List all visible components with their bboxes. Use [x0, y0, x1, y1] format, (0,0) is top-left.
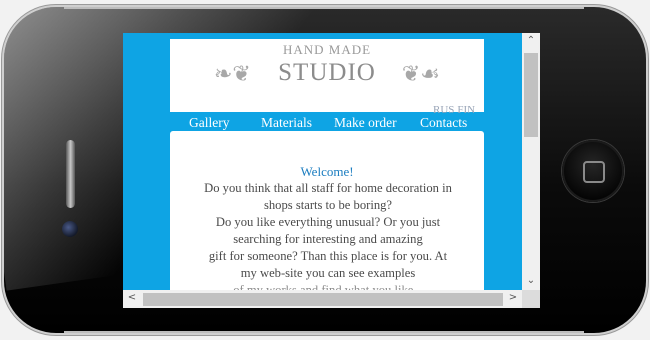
- home-square-icon: [583, 161, 605, 183]
- intro-line: of my works and find what you like...: [233, 283, 423, 290]
- phone-edge-top: [64, 7, 584, 9]
- nav-contacts[interactable]: Contacts: [420, 115, 467, 131]
- intro-line: my web-site you can see examples: [240, 266, 416, 280]
- speaker-slot: [66, 140, 75, 208]
- scroll-up-icon[interactable]: ⌃: [523, 35, 539, 46]
- scroll-left-icon[interactable]: <: [124, 292, 140, 303]
- vertical-scrollbar[interactable]: ⌃ ⌄: [522, 33, 540, 290]
- vertical-scroll-thumb[interactable]: [524, 53, 538, 137]
- intro-line: Do you think that all staff for home dec…: [204, 181, 452, 195]
- content-panel: Welcome! Do you think that all staff for…: [170, 131, 484, 290]
- horizontal-scroll-thumb[interactable]: [143, 293, 503, 306]
- scrollbar-corner: [522, 290, 540, 308]
- home-button[interactable]: [562, 140, 624, 202]
- ornament-right-icon: ❦☙: [401, 61, 440, 86]
- logo-subtitle: HAND MADE: [282, 42, 372, 57]
- web-viewport: HAND MADE ❧❦ STUDIO ❦☙ RUS FIN Gallery Ma…: [123, 33, 522, 290]
- intro-line: shops starts to be boring?: [263, 198, 393, 212]
- intro-line: gift for someone? Than this place is for…: [208, 249, 448, 263]
- nav-gallery[interactable]: Gallery: [189, 115, 229, 131]
- scroll-down-icon[interactable]: ⌄: [523, 275, 539, 286]
- phone-edge-bottom: [64, 331, 584, 333]
- scroll-right-icon[interactable]: >: [505, 292, 521, 303]
- welcome-heading: Welcome!: [300, 164, 354, 179]
- horizontal-scrollbar[interactable]: < >: [123, 290, 522, 308]
- nav-materials[interactable]: Materials: [261, 115, 312, 131]
- phone-screen: HAND MADE ❧❦ STUDIO ❦☙ RUS FIN Gallery Ma…: [123, 33, 540, 308]
- main-nav: Gallery Materials Make order Contacts: [170, 115, 484, 131]
- camera-icon: [62, 221, 78, 237]
- intro-text: Do you think that all staff for home dec…: [188, 180, 468, 290]
- intro-line: searching for interesting and amazing: [233, 232, 423, 246]
- intro-line: Do you like everything unusual? Or you j…: [215, 215, 441, 229]
- site-header: HAND MADE ❧❦ STUDIO ❦☙ RUS FIN: [170, 39, 484, 116]
- nav-make-order[interactable]: Make order: [334, 115, 397, 131]
